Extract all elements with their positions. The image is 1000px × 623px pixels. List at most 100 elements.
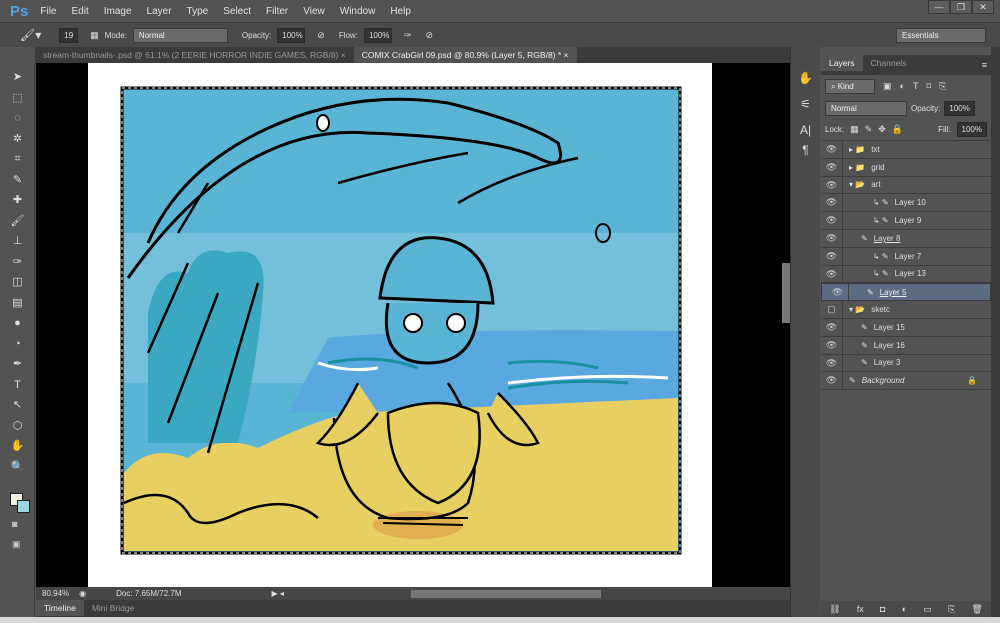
menu-select[interactable]: Select [223,6,251,17]
tool-icon-14[interactable]: ✒ [0,354,35,375]
tool-icon-9[interactable]: ✑ [0,252,35,273]
mode-select[interactable]: Normal [132,27,228,43]
pressure-opacity-icon[interactable]: ⊘ [317,30,325,41]
restore-button[interactable]: ❐ [950,0,972,14]
menu-filter[interactable]: Filter [266,6,288,17]
tool-icon-15[interactable]: T [0,375,35,396]
horizontal-scrollbar[interactable] [411,590,601,598]
document-canvas[interactable] [88,63,712,587]
layer-row[interactable]: 👁 ▸ 📁 txt [821,141,991,159]
eye-icon[interactable]: 👁 [821,212,843,229]
new-layer-icon[interactable]: ⎘ [948,604,955,615]
menu-view[interactable]: View [303,6,325,17]
tool-icon-0[interactable]: ➤ [0,67,35,88]
tool-icon-4[interactable]: ⌗ [0,149,35,170]
screen-mode-icon[interactable]: ▣ [12,539,21,550]
lock-position-icon[interactable]: ✥ [878,124,886,135]
status-icon[interactable]: ◉ [79,589,86,598]
folder-open-icon[interactable]: ▾ 📂 [849,180,865,189]
link-layers-icon[interactable]: ⛓ [829,604,840,615]
layer-row[interactable]: 👁 ↳ ✎ Layer 10 [821,194,991,213]
filter-shape-icon[interactable]: ⌑ [926,81,931,92]
tool-icon-10[interactable]: ◫ [0,272,35,293]
background-color-swatch[interactable] [17,500,30,513]
status-menu-arrow[interactable]: ▶ ◂ [272,589,284,598]
tool-icon-5[interactable]: ✎ [0,170,35,191]
flow-input[interactable]: 100% [363,27,392,43]
canvas-area[interactable] [36,63,790,587]
quick-mask-icon[interactable]: ◙ [12,519,17,529]
eye-icon[interactable]: 👁 [821,158,843,176]
vertical-scrollbar[interactable] [782,263,790,323]
folder-collapsed-icon[interactable]: ▸ 📁 [849,163,865,172]
folder-open-icon[interactable]: ▾ 📂 [849,305,865,314]
layer-row[interactable]: 👁 ↳ ✎ Layer 9 [821,212,991,230]
filter-type-icon[interactable]: T [913,81,919,91]
tab-mini-bridge[interactable]: Mini Bridge [84,600,143,616]
filter-kind-select[interactable]: ⌕ Kind [825,78,875,94]
tool-icon-1[interactable]: ⬚ [0,88,35,109]
eye-icon[interactable]: 👁 [821,354,843,372]
tool-icon-13[interactable]: ◔ [0,334,35,355]
tool-icon-16[interactable]: ↖ [0,395,35,416]
tab-comix-crabgirl[interactable]: COMIX CrabGirl 09.psd @ 80.9% (Layer 5, … [353,47,577,63]
delete-layer-icon[interactable]: 🗑 [971,604,982,615]
filter-pixel-icon[interactable]: ▣ [883,81,892,92]
layer-row[interactable]: 👁 ▾ 📂 art [821,176,991,195]
brush-tool-icon[interactable]: 🖌▾ [20,28,41,42]
tab-close-icon[interactable]: × [564,50,569,60]
lock-transparency-icon[interactable]: ▦ [850,124,859,135]
brush-panel-icon[interactable]: ▦ [90,30,99,41]
lock-pixels-icon[interactable]: ✎ [865,124,873,135]
menu-layer[interactable]: Layer [147,6,172,17]
minimize-button[interactable]: — [928,0,950,14]
tab-layers[interactable]: Layers [821,55,863,71]
paragraph-icon[interactable]: ¶ [791,143,820,157]
tab-channels[interactable]: Channels [863,55,915,71]
menu-image[interactable]: Image [104,6,132,17]
new-group-icon[interactable]: ▭ [923,604,932,615]
eye-icon[interactable]: 👁 [821,336,843,354]
fill-input[interactable]: 100% [956,122,987,137]
visibility-off-box[interactable]: ▢ [821,301,843,318]
layer-row[interactable]: ▢ ▾ 📂 sketc [821,301,991,319]
eye-icon[interactable]: 👁 [821,265,843,283]
menu-edit[interactable]: Edit [71,6,88,17]
tool-icon-11[interactable]: ▤ [0,293,35,314]
layer-row[interactable]: 👁 ↳ ✎ Layer 7 [821,247,991,266]
layer-opacity-input[interactable]: 100% [944,100,975,116]
brush-size-picker[interactable]: 19 [59,27,79,43]
tool-icon-12[interactable]: ● [0,313,35,334]
filter-adjustment-icon[interactable]: ◐ [900,81,905,91]
tool-presets-icon[interactable]: ✋ [791,71,820,85]
eye-icon[interactable]: 👁 [821,194,843,212]
airbrush-icon[interactable]: ✑ [404,30,412,41]
tool-icon-17[interactable]: ⬡ [0,416,35,437]
menu-file[interactable]: File [40,6,56,17]
tool-icon-2[interactable]: ◌ [0,108,35,129]
tool-icon-8[interactable]: ⊥ [0,231,35,252]
adjustments-icon[interactable]: ⚟ [791,97,820,111]
filter-smart-object-icon[interactable]: ⎘ [939,81,946,92]
layer-row[interactable]: 👁 ✎ Layer 15 [821,318,991,337]
eye-icon[interactable]: 👁 [821,176,843,194]
adjustment-layer-icon[interactable]: ◐ [902,604,907,614]
eye-icon[interactable]: 👁 [821,372,843,390]
blend-mode-select[interactable]: Normal [825,100,907,116]
zoom-level[interactable]: 80.94% [42,589,69,598]
tool-icon-7[interactable]: 🖌 [0,211,35,232]
eye-icon[interactable]: 👁 [821,141,843,158]
character-icon[interactable]: A| [791,123,820,137]
panel-menu-icon[interactable]: ≡ [982,55,991,75]
eye-icon[interactable]: 👁 [821,318,843,336]
menu-window[interactable]: Window [340,6,376,17]
add-mask-icon[interactable]: ◘ [880,604,885,614]
panel-scrollbar[interactable] [991,47,1000,617]
layer-row[interactable]: 👁 ✎ Layer 16 [821,336,991,355]
tool-icon-3[interactable]: ✲ [0,129,35,150]
pressure-size-icon[interactable]: ⊘ [425,30,433,41]
layer-style-icon[interactable]: fx [857,604,864,614]
tool-icon-6[interactable]: ✚ [0,190,35,211]
layer-row[interactable]: 👁 ✎ Layer 3 [821,354,991,373]
opacity-input[interactable]: 100% [277,27,306,43]
